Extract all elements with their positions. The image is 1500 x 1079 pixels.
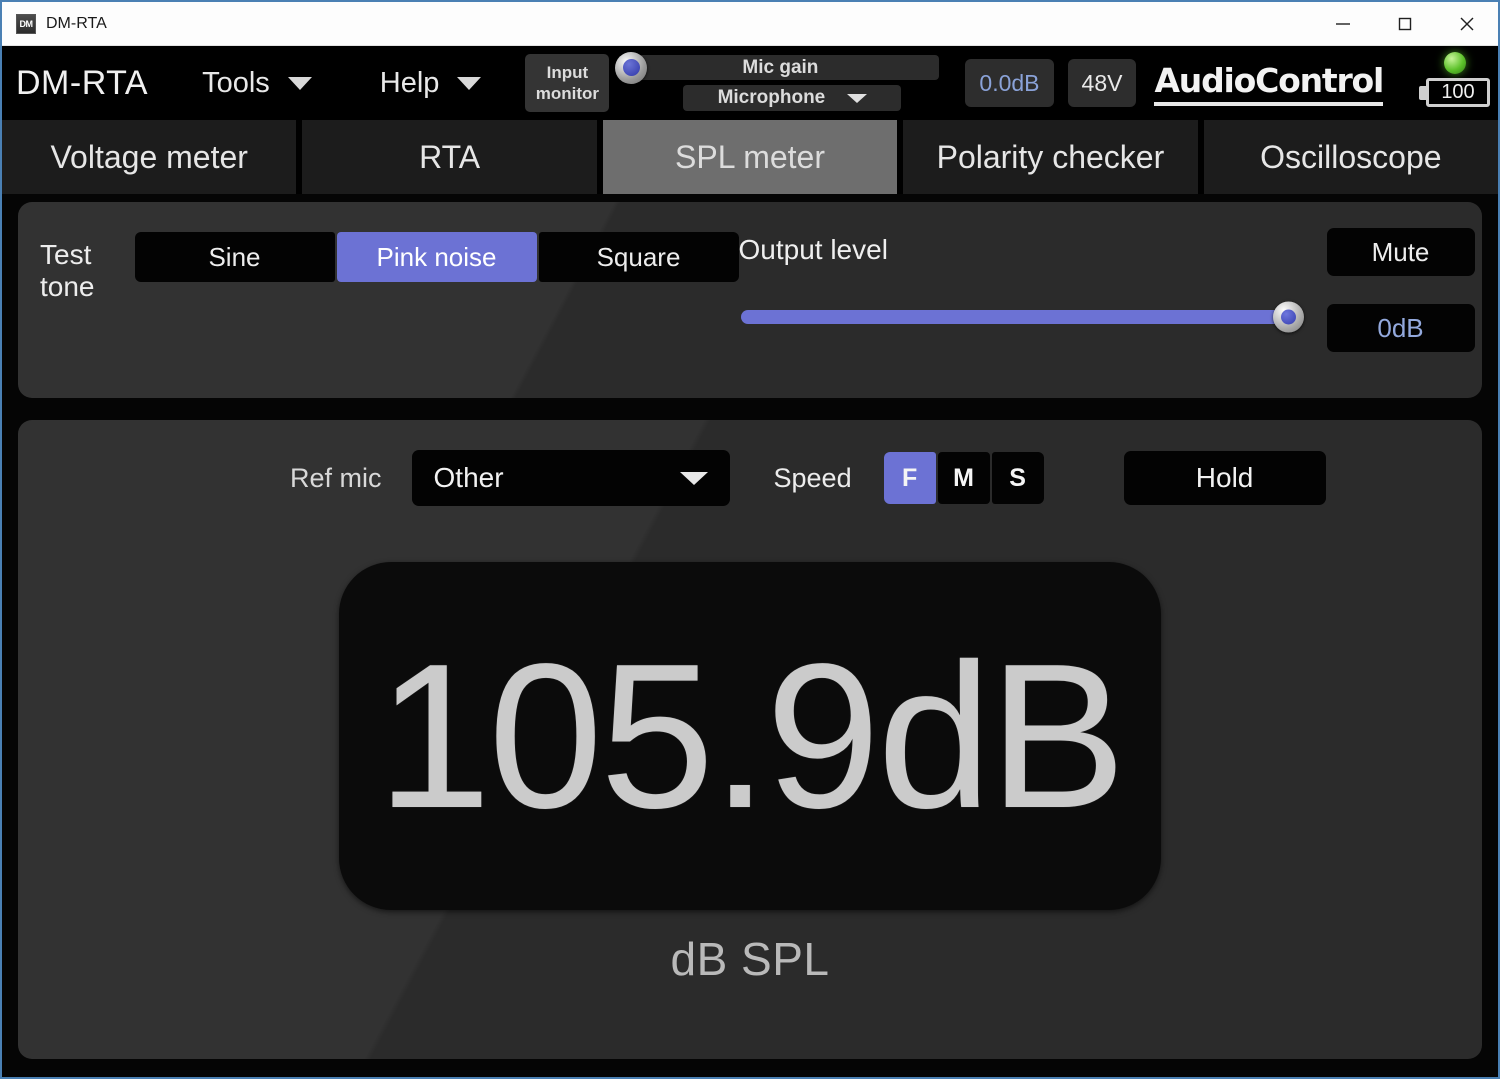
- test-tone-panel: Test tone Sine Pink noise Square Output …: [18, 202, 1482, 398]
- tab-voltage-meter[interactable]: Voltage meter: [2, 120, 297, 194]
- close-button[interactable]: [1436, 2, 1498, 45]
- green-led-icon: [1443, 52, 1466, 74]
- audiocontrol-logo: AudioControl: [1154, 60, 1384, 106]
- app-icon: DM: [16, 13, 36, 34]
- speed-segmented-control: F M S: [883, 452, 1044, 504]
- speed-label: Speed: [773, 462, 852, 493]
- spl-readout-display: 105.9dB: [339, 562, 1161, 910]
- main-tabbar: Voltage meter RTA SPL meter Polarity che…: [2, 120, 1499, 194]
- mic-gain-slider[interactable]: Mic gain: [615, 51, 940, 84]
- spl-meter-panel: Ref mic Other Speed F M S Hold 105.9dB d…: [18, 420, 1482, 1059]
- speed-option-fast[interactable]: F: [883, 452, 936, 504]
- minimize-button[interactable]: [1312, 2, 1374, 45]
- phantom-power-button[interactable]: 48V: [1067, 59, 1137, 107]
- status-indicators: 100: [1419, 52, 1490, 107]
- window-titlebar: DM DM-RTA: [2, 2, 1498, 46]
- tab-spl-meter[interactable]: SPL meter: [602, 120, 898, 194]
- tab-polarity-checker[interactable]: Polarity checker: [903, 120, 1198, 194]
- gain-value-display[interactable]: 0.0dB: [965, 59, 1054, 107]
- chevron-down-icon: [847, 93, 868, 103]
- logo-underline: [1154, 101, 1384, 106]
- spl-unit-label: dB SPL: [670, 933, 830, 985]
- input-monitor-button[interactable]: Input monitor: [525, 54, 610, 112]
- menu-help-label: Help: [379, 66, 440, 99]
- tab-rta[interactable]: RTA: [302, 120, 597, 194]
- menu-help[interactable]: Help: [380, 67, 482, 100]
- input-monitor-line1: Input: [546, 63, 589, 82]
- ref-mic-label: Ref mic: [290, 462, 382, 493]
- output-level-track: [740, 310, 1295, 324]
- window-title: DM-RTA: [46, 14, 107, 32]
- test-tone-group: Test tone Sine Pink noise Square: [40, 220, 739, 380]
- speed-option-slow[interactable]: S: [991, 452, 1044, 504]
- speed-option-medium[interactable]: M: [937, 452, 990, 504]
- output-level-slider[interactable]: [740, 301, 1304, 333]
- mic-source-select[interactable]: Microphone: [683, 85, 902, 111]
- chevron-down-icon: [287, 76, 312, 90]
- chevron-down-icon: [679, 471, 708, 485]
- battery-indicator: 100: [1419, 78, 1490, 107]
- output-level-knob[interactable]: [1272, 301, 1304, 333]
- test-tone-segmented-control: Sine Pink noise Square: [134, 232, 739, 282]
- input-monitor-line2: monitor: [535, 84, 600, 103]
- tab-oscilloscope[interactable]: Oscilloscope: [1203, 120, 1499, 194]
- app-brand-label: DM-RTA: [16, 63, 149, 102]
- test-tone-label: Test tone: [40, 239, 95, 302]
- mute-button[interactable]: Mute: [1326, 228, 1475, 276]
- minimize-icon: [1336, 22, 1350, 25]
- output-level-column: Output level: [738, 220, 1304, 380]
- output-level-value[interactable]: 0dB: [1326, 304, 1475, 352]
- battery-level-label: 100: [1426, 78, 1490, 107]
- main-content: Test tone Sine Pink noise Square Output …: [2, 194, 1498, 1077]
- chevron-down-icon: [457, 76, 482, 90]
- hold-button[interactable]: Hold: [1123, 451, 1326, 505]
- audiocontrol-logo-text: AudioControl: [1154, 60, 1384, 100]
- output-buttons-column: Mute 0dB: [1326, 220, 1475, 380]
- ref-mic-value: Other: [433, 462, 504, 493]
- mic-gain-knob[interactable]: [615, 51, 648, 84]
- output-level-group: Output level Mute 0dB: [739, 220, 1483, 380]
- close-icon: [1460, 17, 1474, 30]
- mic-gain-block: Mic gain Microphone: [615, 51, 940, 111]
- menu-tools[interactable]: Tools: [202, 67, 312, 100]
- test-tone-option-sine[interactable]: Sine: [134, 232, 335, 282]
- menu-tools-label: Tools: [202, 66, 270, 99]
- spl-reading-value: 105.9dB: [376, 621, 1126, 851]
- spl-controls-row: Ref mic Other Speed F M S Hold: [42, 450, 1458, 506]
- ref-mic-select[interactable]: Other: [411, 450, 730, 506]
- maximize-button[interactable]: [1374, 2, 1436, 45]
- test-tone-option-square[interactable]: Square: [538, 232, 739, 282]
- battery-tip-icon: [1419, 85, 1426, 100]
- output-level-label: Output level: [738, 234, 888, 265]
- mic-source-value: Microphone: [717, 87, 826, 108]
- app-toolbar: DM-RTA Tools Help Input monitor Mic gain…: [2, 46, 1498, 120]
- app-window: DM DM-RTA DM-RTA Tools Help Input monito…: [0, 0, 1500, 1079]
- test-tone-option-pink-noise[interactable]: Pink noise: [336, 232, 537, 282]
- maximize-icon: [1398, 17, 1412, 30]
- mic-gain-label: Mic gain: [742, 56, 819, 78]
